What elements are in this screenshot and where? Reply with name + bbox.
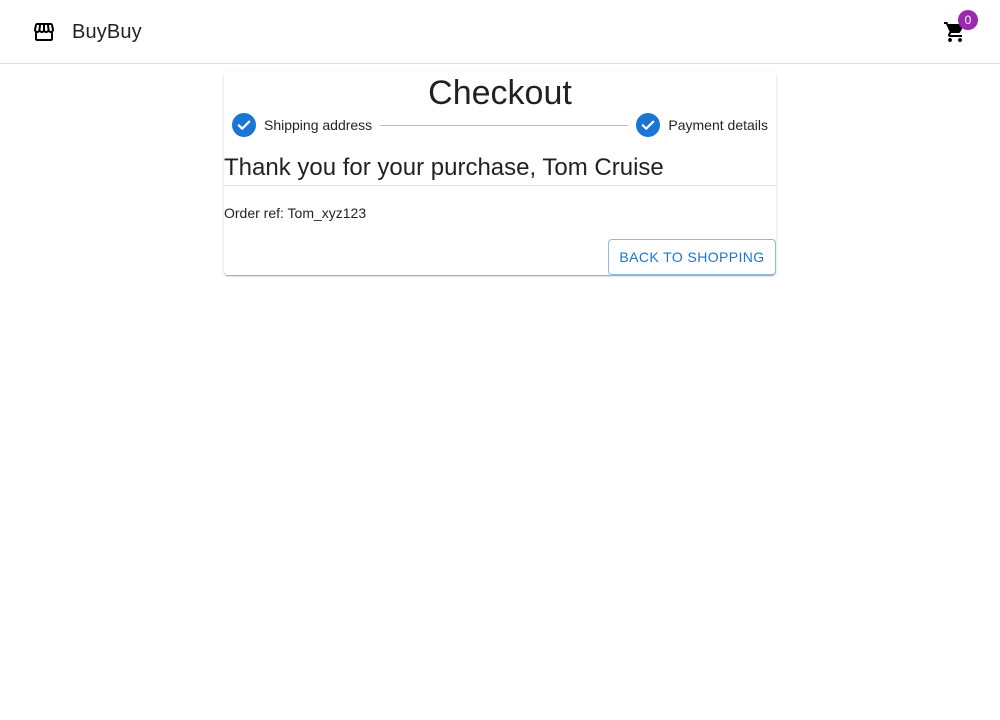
cart-count-badge: 0	[958, 10, 978, 30]
app-bar: BuyBuy 0	[0, 0, 1000, 64]
step-shipping-address: Shipping address	[232, 113, 372, 137]
thank-you-message: Thank you for your purchase, Tom Cruise	[224, 154, 664, 181]
checkout-stepper: Shipping address Payment details	[232, 113, 768, 137]
order-reference: Order ref: Tom_xyz123	[224, 205, 367, 221]
page-title: Checkout	[428, 74, 572, 112]
back-to-shopping-button[interactable]: Back to shopping	[608, 239, 776, 275]
checkout-card: Checkout Shipping address Payment detail…	[224, 72, 776, 275]
storefront-icon	[32, 20, 56, 44]
brand[interactable]: BuyBuy	[32, 20, 142, 44]
divider	[224, 185, 776, 186]
step-label: Shipping address	[264, 117, 373, 133]
step-label: Payment details	[668, 117, 768, 133]
brand-name: BuyBuy	[72, 21, 142, 43]
step-payment-details: Payment details	[636, 113, 768, 137]
check-circle-icon	[636, 113, 661, 137]
cart-button[interactable]: 0	[943, 10, 978, 44]
check-circle-icon	[232, 113, 256, 137]
step-connector	[380, 124, 629, 126]
